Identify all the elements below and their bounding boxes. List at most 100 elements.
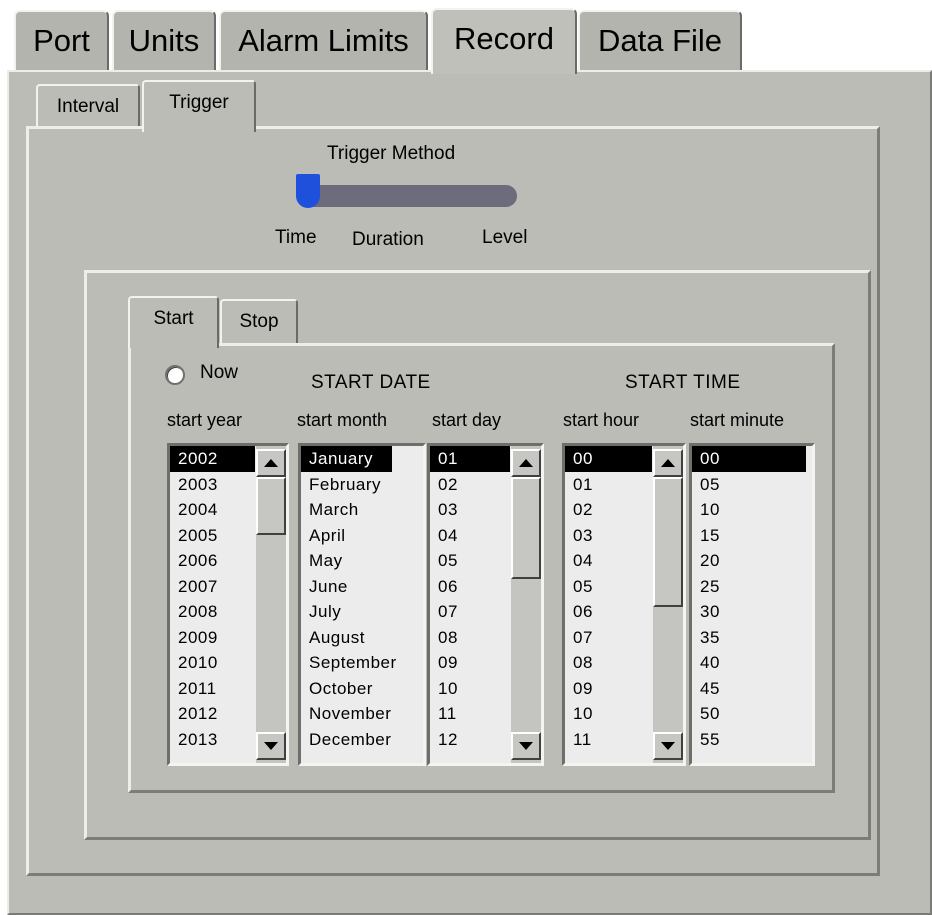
trigger-method-slider-thumb[interactable] [296, 174, 320, 208]
list-item[interactable]: 07 [430, 599, 510, 625]
list-item[interactable]: 10 [565, 701, 652, 727]
start-year-scrollbar[interactable] [256, 446, 286, 763]
scroll-up-button[interactable] [653, 449, 683, 477]
list-item[interactable]: September [301, 650, 396, 676]
scroll-thumb[interactable] [511, 477, 541, 579]
tab-interval[interactable]: Interval [36, 84, 140, 130]
list-item[interactable]: 2003 [170, 472, 255, 498]
list-item[interactable]: 11 [430, 701, 510, 727]
list-item[interactable]: February [301, 472, 392, 498]
trigger-option-level: Level [482, 227, 528, 248]
scroll-down-button[interactable] [256, 732, 286, 760]
list-item[interactable]: 01 [565, 472, 652, 498]
start-day-scrollbar[interactable] [511, 446, 541, 763]
list-item[interactable]: August [301, 625, 392, 651]
start-year-list[interactable]: 2002 2003 2004 2005 2006 2007 2008 2009 2010 2011… [167, 443, 289, 766]
list-item[interactable]: 05 [430, 548, 510, 574]
list-item[interactable]: 04 [565, 548, 652, 574]
scroll-thumb[interactable] [653, 477, 683, 607]
list-item[interactable]: 55 [692, 727, 806, 753]
list-item[interactable]: 35 [692, 625, 806, 651]
start-minute-list[interactable]: 00 05 10 15 20 25 30 35 40 45 50 55 [689, 443, 815, 766]
list-item[interactable]: 06 [430, 574, 510, 600]
list-item[interactable]: January [301, 446, 392, 472]
list-item[interactable]: 2013 [170, 727, 255, 753]
list-item[interactable]: 04 [430, 523, 510, 549]
list-item[interactable]: 2005 [170, 523, 255, 549]
start-year-label: start year [167, 410, 243, 430]
list-item[interactable]: June [301, 574, 392, 600]
list-item[interactable]: November [301, 701, 392, 727]
start-hour-scrollbar[interactable] [653, 446, 683, 763]
tab-stop[interactable]: Stop [220, 299, 298, 345]
scroll-down-button[interactable] [511, 732, 541, 760]
list-item[interactable]: May [301, 548, 392, 574]
list-item[interactable]: 06 [565, 599, 652, 625]
tab-label: Record [454, 21, 554, 56]
list-item[interactable]: 25 [692, 574, 806, 600]
now-radio[interactable] [165, 365, 185, 385]
trigger-method-slider-track[interactable] [298, 185, 517, 207]
tab-record[interactable]: Record [431, 8, 577, 74]
list-item[interactable]: 2011 [170, 676, 255, 702]
list-item[interactable]: 2004 [170, 497, 255, 523]
list-item[interactable]: 00 [565, 446, 652, 472]
list-item[interactable]: 10 [430, 676, 510, 702]
list-item[interactable]: 07 [565, 625, 652, 651]
list-item[interactable]: 05 [692, 472, 806, 498]
list-item[interactable]: 10 [692, 497, 806, 523]
arrow-up-icon [519, 459, 533, 467]
tab-port[interactable]: Port [14, 10, 109, 72]
list-item[interactable]: 09 [565, 676, 652, 702]
tab-alarm-limits[interactable]: Alarm Limits [219, 10, 428, 72]
list-item[interactable]: December [301, 727, 392, 753]
list-item[interactable]: 03 [565, 523, 652, 549]
list-item[interactable]: 2006 [170, 548, 255, 574]
list-item[interactable]: 15 [692, 523, 806, 549]
tab-start[interactable]: Start [128, 296, 219, 348]
scroll-down-button[interactable] [653, 732, 683, 760]
list-item[interactable]: 2009 [170, 625, 255, 651]
tab-trigger[interactable]: Trigger [142, 80, 256, 132]
list-item[interactable]: 40 [692, 650, 806, 676]
tab-data-file[interactable]: Data File [578, 10, 742, 72]
subtab-label: Start [153, 308, 194, 329]
scroll-up-button[interactable] [256, 449, 286, 477]
list-item[interactable]: 03 [430, 497, 510, 523]
list-item[interactable]: 02 [430, 472, 510, 498]
start-day-list[interactable]: 01 02 03 04 05 06 07 08 09 10 11 12 [427, 443, 544, 766]
list-item[interactable]: July [301, 599, 392, 625]
arrow-up-icon [661, 459, 675, 467]
list-item[interactable]: 2002 [170, 446, 255, 472]
list-item[interactable]: 45 [692, 676, 806, 702]
list-item[interactable]: 02 [565, 497, 652, 523]
tab-label: Port [33, 23, 90, 58]
start-day-label: start day [432, 410, 502, 430]
scroll-up-button[interactable] [511, 449, 541, 477]
list-item[interactable]: 01 [430, 446, 510, 472]
list-item[interactable]: 2007 [170, 574, 255, 600]
tab-units[interactable]: Units [112, 10, 216, 72]
list-item[interactable]: March [301, 497, 392, 523]
list-item[interactable]: 50 [692, 701, 806, 727]
list-item[interactable]: 12 [430, 727, 510, 753]
start-hour-list[interactable]: 00 01 02 03 04 05 06 07 08 09 10 11 [562, 443, 686, 766]
list-item[interactable]: 20 [692, 548, 806, 574]
list-item[interactable]: 05 [565, 574, 652, 600]
start-month-list[interactable]: January February March April May June July Augu… [298, 443, 426, 766]
subtab-label: Trigger [169, 92, 229, 113]
list-item[interactable]: 08 [430, 625, 510, 651]
list-item[interactable]: 00 [692, 446, 806, 472]
list-item[interactable]: 09 [430, 650, 510, 676]
list-item[interactable]: April [301, 523, 392, 549]
list-item[interactable]: 2012 [170, 701, 255, 727]
list-item[interactable]: 2010 [170, 650, 255, 676]
list-item[interactable]: 08 [565, 650, 652, 676]
list-item[interactable]: 11 [565, 727, 652, 753]
scroll-thumb[interactable] [256, 477, 286, 535]
list-item[interactable]: October [301, 676, 392, 702]
start-time-header: START TIME [625, 372, 741, 393]
list-item[interactable]: 30 [692, 599, 806, 625]
subtab-label: Stop [239, 311, 279, 332]
list-item[interactable]: 2008 [170, 599, 255, 625]
